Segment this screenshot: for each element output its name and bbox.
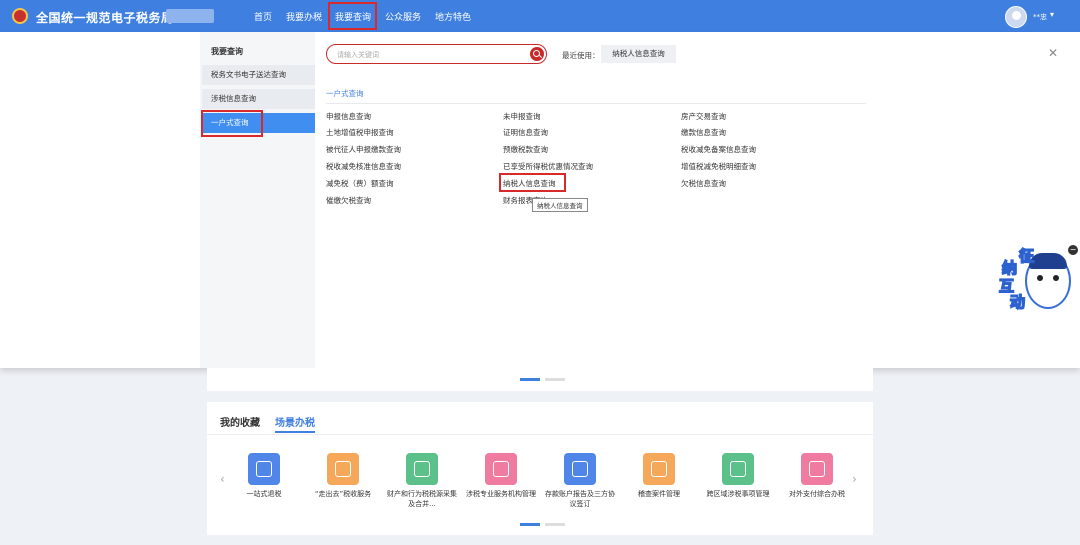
pager-dot[interactable]: [545, 523, 565, 526]
sidebar-item-doc-delivery[interactable]: 税务文书电子送达查询: [202, 65, 315, 85]
link-payment-info[interactable]: 缴款信息查询: [681, 127, 726, 138]
service-icon[interactable]: [564, 453, 596, 485]
mascot-eye: [1053, 275, 1059, 281]
tab-scenario-tax[interactable]: 场景办税: [275, 414, 315, 429]
nav-home[interactable]: 首页: [254, 10, 272, 23]
search-placeholder: 请输入关键词: [337, 51, 379, 59]
previous-card-bottom: [207, 368, 873, 391]
search-input[interactable]: 请输入关键词: [326, 44, 547, 64]
service-label[interactable]: 涉税专业服务机构管理: [466, 489, 536, 499]
top-nav-bar: 全国统一规范电子税务局 首页 我要办税 我要查询 公众服务 地方特色 **忠 ▾: [0, 0, 1080, 32]
service-icon[interactable]: [248, 453, 280, 485]
link-certificate-info[interactable]: 证明信息查询: [503, 127, 548, 138]
link-reduction-filing[interactable]: 税收减免备案信息查询: [681, 144, 756, 155]
nav-public-services[interactable]: 公众服务: [385, 10, 421, 23]
highlight-box-sidebar: [201, 110, 263, 137]
link-reduction-approval[interactable]: 税收减免核准信息查询: [326, 161, 401, 172]
recent-label: 最近使用：: [562, 51, 600, 60]
nav-tax-handling[interactable]: 我要办税: [286, 10, 322, 23]
tooltip: 纳税人信息查询: [532, 198, 588, 212]
service-label[interactable]: “走出去”税收服务: [308, 489, 378, 499]
mascot-eye: [1037, 275, 1043, 281]
link-vat-reduction-detail[interactable]: 增值税减免税明细查询: [681, 161, 756, 172]
link-reduction-amount[interactable]: 减免税（费）额查询: [326, 178, 394, 189]
carousel-dot-active[interactable]: [520, 378, 540, 381]
link-arrears-info[interactable]: 欠税信息查询: [681, 178, 726, 189]
service-label[interactable]: 一站式退税: [229, 489, 299, 499]
link-prepaid-tax[interactable]: 预缴税款查询: [503, 144, 548, 155]
link-overdue-reminder[interactable]: 催缴欠税查询: [326, 195, 371, 206]
service-label[interactable]: 跨区域涉税事项管理: [703, 489, 773, 499]
link-property-transaction[interactable]: 房产交易查询: [681, 111, 726, 122]
sidebar-item-tax-info[interactable]: 涉税信息查询: [202, 89, 315, 109]
service-icon[interactable]: [801, 453, 833, 485]
service-icon[interactable]: [643, 453, 675, 485]
highlight-box-nav-query: [328, 2, 377, 30]
nav-local-features[interactable]: 地方特色: [435, 10, 471, 23]
tab-my-favorites[interactable]: 我的收藏: [220, 414, 260, 429]
service-label[interactable]: 稽查案件管理: [624, 489, 694, 499]
mascot-char: 动: [1009, 292, 1026, 312]
link-income-tax-preference[interactable]: 已享受所得税优惠情况查询: [503, 161, 593, 172]
query-mega-menu: 我要查询 税务文书电子送达查询 涉税信息查询 一户式查询 请输入关键词 最近使用…: [0, 32, 1080, 368]
site-title[interactable]: 全国统一规范电子税务局: [36, 9, 174, 26]
highlight-box-taxpayer-info: [499, 173, 566, 192]
minimize-icon[interactable]: −: [1068, 245, 1078, 255]
tax-emblem-icon: [12, 8, 28, 24]
active-tab-indicator: [275, 431, 315, 433]
chevron-left-icon[interactable]: ‹: [220, 472, 225, 486]
chevron-right-icon[interactable]: ›: [852, 472, 857, 486]
recent-chip[interactable]: 纳税人信息查询: [601, 45, 676, 63]
service-label[interactable]: 对外支付综合办税: [782, 489, 852, 499]
redacted-region: [166, 9, 214, 23]
close-icon[interactable]: ✕: [1048, 46, 1058, 60]
service-icon[interactable]: [722, 453, 754, 485]
service-icon[interactable]: [485, 453, 517, 485]
user-avatar[interactable]: [1005, 6, 1027, 28]
favorites-card: 我的收藏 场景办税 ‹ › 一站式退税 “走出去”税收服务 财产和行为税税源采集及合…: [207, 402, 873, 535]
pager-dot-active[interactable]: [520, 523, 540, 526]
link-collected-payment[interactable]: 被代征人申报缴款查询: [326, 144, 401, 155]
link-declaration-info[interactable]: 申报信息查询: [326, 111, 371, 122]
query-sidebar: 我要查询 税务文书电子送达查询 涉税信息查询 一户式查询: [200, 32, 315, 368]
carousel-dot[interactable]: [545, 378, 565, 381]
mascot-char: 征: [1018, 246, 1035, 266]
section-title: 一户式查询: [326, 89, 364, 98]
chevron-down-icon[interactable]: ▾: [1050, 10, 1054, 19]
divider: [326, 103, 866, 104]
sidebar-title: 我要查询: [211, 47, 243, 56]
mascot-cap: [1029, 253, 1067, 269]
link-undeclared[interactable]: 未申报查询: [503, 111, 541, 122]
search-icon[interactable]: [530, 47, 544, 61]
service-icon[interactable]: [406, 453, 438, 485]
user-name[interactable]: **忠: [1033, 12, 1047, 22]
service-label[interactable]: 存款账户报告及三方协议签订: [545, 489, 615, 509]
service-label[interactable]: 财产和行为税税源采集及合并...: [387, 489, 457, 509]
divider: [207, 434, 873, 435]
interaction-mascot-widget[interactable]: 征 纳 互 动 −: [998, 245, 1078, 315]
link-land-vat-declaration[interactable]: 土地增值税申报查询: [326, 127, 394, 138]
service-icon[interactable]: [327, 453, 359, 485]
